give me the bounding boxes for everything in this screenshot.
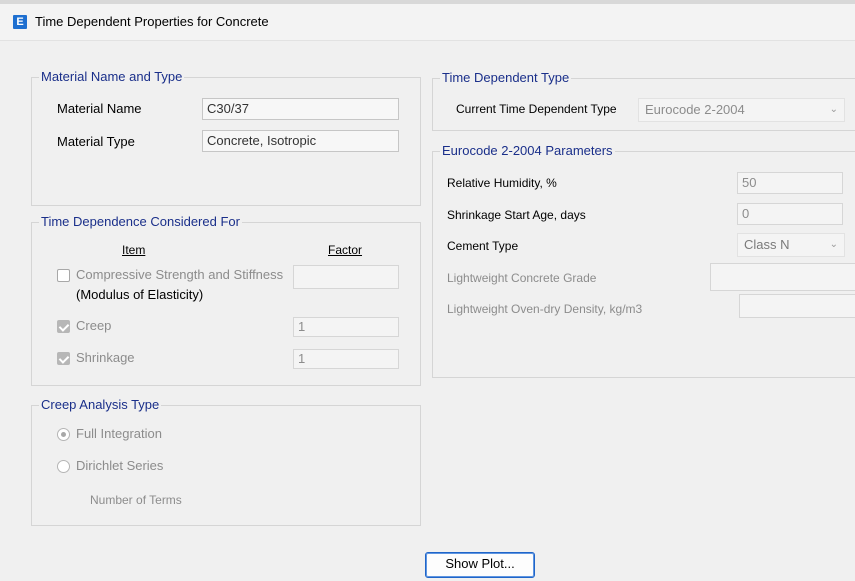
chevron-down-icon: ⌄ (829, 239, 838, 250)
material-group-legend: Material Name and Type (39, 69, 185, 85)
cement-type-label: Cement Type (447, 239, 519, 253)
material-name-label: Material Name (57, 101, 142, 116)
shrinkage-start-age-field[interactable]: 0 (737, 203, 843, 225)
factor-column-header: Factor (328, 243, 363, 257)
modulus-of-elasticity-label: (Modulus of Elasticity) (76, 287, 204, 302)
shrinkage-start-age-label: Shrinkage Start Age, days (447, 208, 586, 222)
time-dependence-legend: Time Dependence Considered For (39, 214, 242, 230)
material-name-type-group: Material Name and Type Material Name C30… (31, 69, 421, 206)
time-dependent-type-group: Time Dependent Type Current Time Depende… (432, 70, 855, 131)
lightweight-density-label: Lightweight Oven-dry Density, kg/m3 (447, 302, 643, 316)
number-of-terms-label: Number of Terms (90, 493, 182, 507)
dirichlet-series-radio[interactable] (57, 460, 70, 473)
time-dependent-type-value: Eurocode 2-2004 (645, 102, 745, 117)
creep-analysis-type-group: Creep Analysis Type Full Integration Dir… (31, 397, 421, 526)
creep-analysis-legend: Creep Analysis Type (39, 397, 162, 413)
cement-type-value: Class N (744, 237, 790, 252)
window-title: Time Dependent Properties for Concrete (35, 14, 269, 29)
material-type-label: Material Type (57, 134, 135, 149)
relative-humidity-field[interactable]: 50 (737, 172, 843, 194)
title-bar: E Time Dependent Properties for Concrete (0, 4, 855, 40)
eurocode-parameters-legend: Eurocode 2-2004 Parameters (440, 143, 615, 159)
material-name-field[interactable]: C30/37 (202, 98, 399, 120)
compressive-strength-factor-field[interactable] (293, 265, 399, 289)
dirichlet-series-label: Dirichlet Series (76, 458, 164, 473)
eurocode-parameters-group: Eurocode 2-2004 Parameters Relative Humi… (432, 143, 855, 378)
show-plot-button[interactable]: Show Plot... (425, 552, 535, 578)
relative-humidity-label: Relative Humidity, % (447, 176, 557, 190)
time-dependent-type-legend: Time Dependent Type (440, 70, 572, 86)
creep-label: Creep (76, 318, 112, 333)
item-column-header: Item (122, 243, 146, 257)
shrinkage-checkbox[interactable] (57, 352, 70, 365)
dialog-client-area: Material Name and Type Material Name C30… (0, 40, 855, 581)
current-type-label: Current Time Dependent Type (456, 102, 617, 116)
lightweight-grade-label: Lightweight Concrete Grade (447, 271, 597, 285)
compressive-strength-label: Compressive Strength and Stiffness (76, 267, 284, 282)
material-type-field[interactable]: Concrete, Isotropic (202, 130, 399, 152)
lightweight-density-field[interactable] (739, 294, 855, 318)
creep-factor-field[interactable]: 1 (293, 317, 399, 337)
shrinkage-label: Shrinkage (76, 350, 135, 365)
time-dependent-type-dropdown[interactable]: Eurocode 2-2004 ⌄ (638, 98, 845, 122)
cement-type-dropdown[interactable]: Class N ⌄ (737, 233, 845, 257)
lightweight-grade-field[interactable] (710, 263, 855, 291)
compressive-strength-checkbox[interactable] (57, 269, 70, 282)
full-integration-radio[interactable] (57, 428, 70, 441)
full-integration-label: Full Integration (76, 426, 162, 441)
shrinkage-factor-field[interactable]: 1 (293, 349, 399, 369)
time-dependence-group: Time Dependence Considered For Item Fact… (31, 214, 421, 386)
app-icon: E (13, 15, 27, 29)
creep-checkbox[interactable] (57, 320, 70, 333)
chevron-down-icon: ⌄ (829, 104, 838, 115)
